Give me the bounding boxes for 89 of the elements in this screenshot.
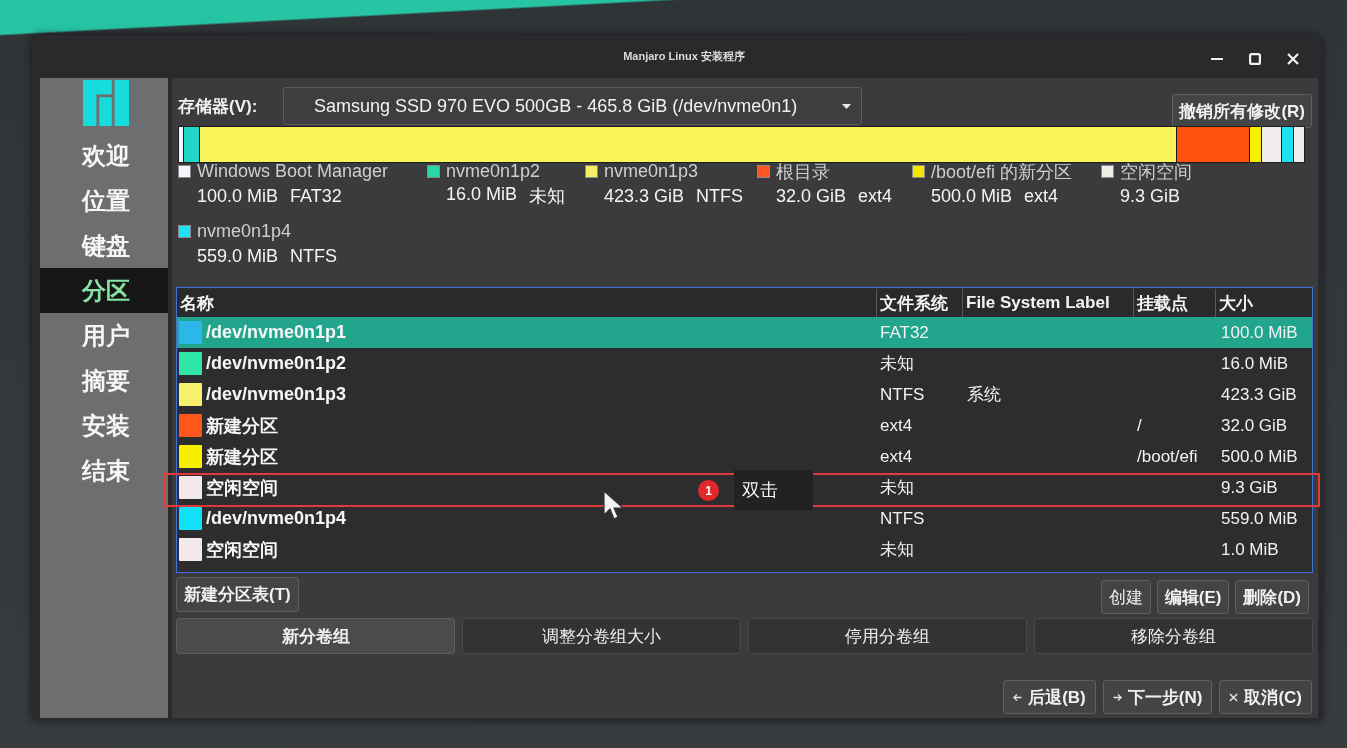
sidebar-item[interactable]: 分区 bbox=[40, 268, 168, 313]
size-cell-text: 100.0 MiB bbox=[1220, 322, 1298, 342]
size-cell-text: 559.0 MiB bbox=[1220, 508, 1298, 528]
partition-action-button[interactable]: 创建 bbox=[1100, 580, 1151, 614]
filesystem-cell-text: 未知 bbox=[879, 354, 914, 373]
caret-icon bbox=[842, 103, 851, 109]
partition-name: /dev/nvme0n1p1 bbox=[206, 322, 347, 343]
legend-size: 559.0 MiB bbox=[197, 245, 279, 267]
mount-point-cell-text: /boot/efi bbox=[1136, 446, 1198, 466]
sidebar-item[interactable]: 欢迎 bbox=[40, 133, 168, 178]
legend-filesystem: 未知 bbox=[529, 185, 566, 208]
window-title: Manjaro Linux 安装程序 bbox=[622, 49, 745, 64]
storage-label: 存储器(V): bbox=[178, 95, 259, 118]
filesystem-cell-text: FAT32 bbox=[879, 322, 929, 342]
sidebar-item[interactable]: 结束 bbox=[40, 448, 168, 493]
maximize-icon bbox=[1249, 52, 1261, 65]
legend-filesystem: ext4 bbox=[1024, 185, 1059, 207]
legend-name: Windows Boot Manager bbox=[197, 161, 389, 182]
legend-filesystem: ext4 bbox=[858, 185, 893, 207]
legend-size: 423.3 GiB bbox=[604, 185, 685, 207]
device-name: Samsung SSD 970 EVO 500GB - 465.8 GiB (/dev/nvme0n1) bbox=[314, 95, 798, 117]
annotation-tooltip: 双击 bbox=[734, 470, 813, 510]
legend-size: 16.0 MiB bbox=[446, 184, 518, 206]
legend-size: 100.0 MiB bbox=[197, 185, 279, 207]
mount-point-cell-text: / bbox=[1136, 415, 1142, 435]
legend-name: 根目录 bbox=[776, 160, 831, 184]
filesystem-cell-text: ext4 bbox=[879, 415, 913, 435]
volume-group-button[interactable]: 新分卷组 bbox=[176, 618, 455, 654]
filesystem-cell-text: NTFS bbox=[879, 384, 925, 404]
filesystem-cell-text: 未知 bbox=[879, 478, 914, 497]
partition-action-button[interactable]: 编辑(E) bbox=[1156, 580, 1230, 614]
legend-size: 9.3 GiB bbox=[1120, 185, 1181, 207]
sidebar-item[interactable]: 摘要 bbox=[40, 358, 168, 403]
logo-icon bbox=[83, 80, 129, 126]
size-cell-text: 16.0 MiB bbox=[1220, 353, 1289, 373]
legend-filesystem: NTFS bbox=[290, 245, 338, 267]
step-badge: 1 bbox=[698, 480, 719, 501]
column-header[interactable]: 名称 bbox=[180, 291, 214, 315]
legend-name: nvme0n1p2 bbox=[446, 161, 542, 182]
arrow-left-icon bbox=[1013, 692, 1023, 702]
size-cell-text: 1.0 MiB bbox=[1220, 539, 1279, 559]
size-cell-text: 500.0 MiB bbox=[1220, 446, 1298, 466]
minimize-icon bbox=[1211, 57, 1223, 60]
sidebar-item[interactable]: 位置 bbox=[40, 178, 168, 223]
column-header[interactable]: 文件系统 bbox=[880, 291, 948, 315]
sidebar-item[interactable]: 用户 bbox=[40, 313, 168, 358]
sidebar-item[interactable]: 键盘 bbox=[40, 223, 168, 268]
partition-row[interactable]: 空闲空间 未知 1.0 MiB bbox=[177, 534, 1312, 565]
legend-filesystem: NTFS bbox=[696, 185, 744, 207]
column-header[interactable]: File System Label bbox=[966, 293, 1110, 313]
legend-name: nvme0n1p3 bbox=[604, 161, 700, 182]
legend-size: 32.0 GiB bbox=[776, 185, 847, 207]
new-partition-table-button[interactable]: 新建分区表(T) bbox=[176, 577, 299, 612]
filesystem-cell-text: NTFS bbox=[879, 508, 925, 528]
filesystem-cell-text: ext4 bbox=[879, 446, 913, 466]
partition-name: /dev/nvme0n1p4 bbox=[206, 508, 347, 529]
partition-row[interactable]: /dev/nvme0n1p2 未知 16.0 MiB bbox=[177, 348, 1312, 379]
arrow-right-icon bbox=[1112, 692, 1122, 702]
partition-name: 新建分区 bbox=[206, 414, 278, 438]
device-dropdown[interactable]: Samsung SSD 970 EVO 500GB - 465.8 GiB (/dev/nvme0n1) bbox=[283, 87, 862, 125]
legend-name: /boot/efi 的新分区 bbox=[931, 160, 1073, 184]
next-button[interactable]: 下一步(N) bbox=[1102, 680, 1213, 714]
partition-name: 空闲空间 bbox=[206, 476, 278, 500]
legend-filesystem: FAT32 bbox=[290, 185, 342, 207]
revert-button[interactable]: 撤销所有修改(R) bbox=[1172, 94, 1312, 128]
column-header[interactable]: 大小 bbox=[1219, 291, 1253, 315]
legend-size: 500.0 MiB bbox=[931, 185, 1013, 207]
partition-row[interactable]: 新建分区 ext4 / 32.0 GiB bbox=[177, 410, 1312, 441]
label-cell-text: 系统 bbox=[966, 385, 1001, 404]
back-button[interactable]: 后退(B) bbox=[1003, 680, 1096, 714]
partition-name: 新建分区 bbox=[206, 445, 278, 469]
partition-row[interactable]: /dev/nvme0n1p3 NTFS 系统 423.3 GiB bbox=[177, 379, 1312, 410]
sidebar-item[interactable]: 安装 bbox=[40, 403, 168, 448]
close-icon bbox=[1229, 692, 1239, 702]
partition-name: /dev/nvme0n1p2 bbox=[206, 353, 347, 374]
partition-name: /dev/nvme0n1p3 bbox=[206, 384, 347, 405]
close-icon bbox=[1287, 52, 1299, 65]
legend-name: nvme0n1p4 bbox=[197, 221, 293, 242]
partition-name: 空闲空间 bbox=[206, 538, 278, 562]
filesystem-cell-text: 未知 bbox=[879, 540, 914, 559]
mouse-cursor-icon bbox=[603, 490, 625, 520]
legend-name: 空闲空间 bbox=[1120, 160, 1192, 184]
partition-action-button[interactable]: 删除(D) bbox=[1235, 580, 1309, 614]
column-header[interactable]: 挂载点 bbox=[1137, 291, 1188, 315]
size-cell-text: 32.0 GiB bbox=[1220, 415, 1288, 435]
size-cell-text: 9.3 GiB bbox=[1220, 477, 1278, 497]
cancel-button[interactable]: 取消(C) bbox=[1219, 680, 1312, 714]
size-cell-text: 423.3 GiB bbox=[1220, 384, 1297, 404]
partition-row[interactable]: 新建分区 ext4 /boot/efi 500.0 MiB bbox=[177, 441, 1312, 472]
